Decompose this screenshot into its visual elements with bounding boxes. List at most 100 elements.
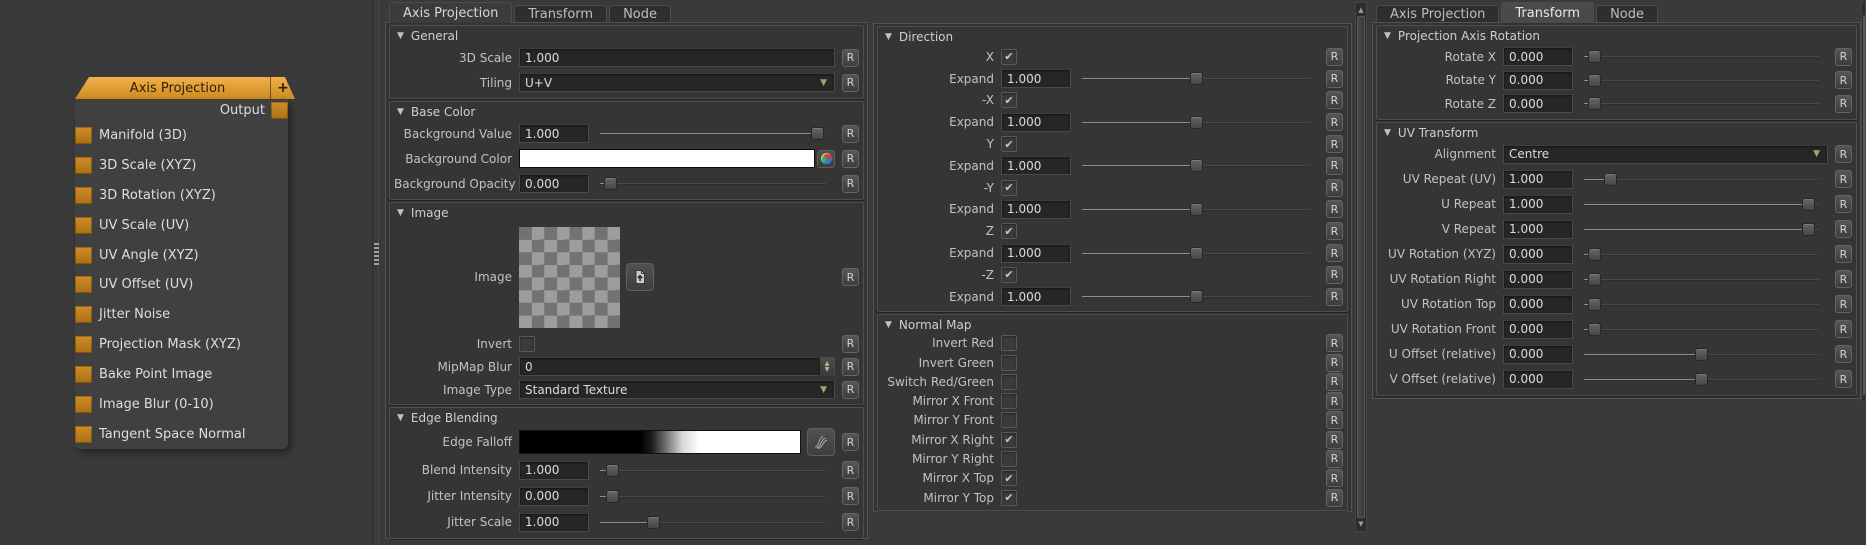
input-port[interactable] bbox=[75, 426, 92, 443]
value-field[interactable]: 1.000 bbox=[1001, 200, 1071, 219]
reset-button[interactable]: R bbox=[1326, 157, 1343, 175]
input-port[interactable] bbox=[75, 306, 92, 323]
reset-button[interactable]: R bbox=[1326, 48, 1343, 66]
slider[interactable] bbox=[600, 177, 826, 190]
spinner-arrows-icon[interactable]: ▲▼ bbox=[819, 357, 834, 376]
value-field[interactable]: 1.000 bbox=[1001, 69, 1071, 88]
vertical-scrollbar[interactable] bbox=[1861, 2, 1866, 402]
reset-button[interactable]: R bbox=[1326, 113, 1343, 131]
checkbox[interactable] bbox=[1001, 335, 1017, 351]
reset-button[interactable]: R bbox=[1835, 48, 1852, 66]
scrollbar-thumb[interactable] bbox=[1863, 15, 1865, 395]
input-port[interactable] bbox=[75, 276, 92, 293]
text-field[interactable]: 1.000 bbox=[519, 48, 835, 67]
reset-button[interactable]: R bbox=[1326, 91, 1343, 109]
checkbox[interactable]: ✔ bbox=[1001, 49, 1017, 65]
value-field[interactable]: 0.000 bbox=[1503, 370, 1573, 389]
value-field[interactable]: 0.000 bbox=[1503, 47, 1573, 66]
checkbox[interactable] bbox=[1001, 412, 1017, 428]
value-field[interactable]: 0.000 bbox=[1503, 71, 1573, 90]
output-port[interactable] bbox=[271, 102, 288, 119]
tab-axis-projection[interactable]: Axis Projection bbox=[1376, 5, 1499, 23]
image-thumbnail[interactable] bbox=[519, 227, 620, 328]
slider-handle[interactable] bbox=[1588, 298, 1601, 311]
reset-button[interactable]: R bbox=[842, 487, 859, 505]
reset-button[interactable]: R bbox=[842, 175, 859, 193]
checkbox[interactable]: ✔ bbox=[1001, 490, 1017, 506]
value-field[interactable]: 1.000 bbox=[519, 124, 589, 143]
reset-button[interactable]: R bbox=[1835, 295, 1852, 313]
reset-button[interactable]: R bbox=[1326, 392, 1343, 410]
input-port[interactable] bbox=[75, 187, 92, 204]
checkbox[interactable]: ✔ bbox=[1001, 136, 1017, 152]
checkbox[interactable] bbox=[1001, 451, 1017, 467]
slider-handle[interactable] bbox=[1588, 273, 1601, 286]
input-port[interactable] bbox=[75, 366, 92, 383]
tab-transform[interactable]: Transform bbox=[1501, 2, 1594, 23]
scroll-up-icon[interactable]: ▲ bbox=[1356, 5, 1366, 15]
slider[interactable] bbox=[1584, 323, 1819, 336]
value-field[interactable]: 1.000 bbox=[1001, 244, 1071, 263]
checkbox[interactable]: ✔ bbox=[1001, 267, 1017, 283]
value-field[interactable]: 1.000 bbox=[1001, 287, 1071, 306]
slider-handle[interactable] bbox=[811, 127, 824, 140]
value-field[interactable]: 1.000 bbox=[1001, 156, 1071, 175]
value-field[interactable]: 0.000 bbox=[519, 487, 589, 506]
reset-button[interactable]: R bbox=[1835, 220, 1852, 238]
slider[interactable] bbox=[1082, 159, 1310, 172]
color-picker-button[interactable] bbox=[817, 150, 835, 168]
spin-field[interactable]: 0▲▼ bbox=[519, 357, 835, 376]
reset-button[interactable]: R bbox=[1326, 489, 1343, 507]
slider[interactable] bbox=[1082, 290, 1310, 303]
slider[interactable] bbox=[1584, 248, 1819, 261]
slider[interactable] bbox=[1584, 50, 1819, 63]
reset-button[interactable]: R bbox=[1835, 270, 1852, 288]
slider-handle[interactable] bbox=[1588, 97, 1601, 110]
reset-button[interactable]: R bbox=[842, 433, 859, 451]
slider-handle[interactable] bbox=[1190, 159, 1203, 172]
dropdown[interactable]: Standard Texture▼ bbox=[519, 380, 835, 399]
reset-button[interactable]: R bbox=[1326, 222, 1343, 240]
reset-button[interactable]: R bbox=[1326, 179, 1343, 197]
section-header-projection-axis-rotation[interactable]: ▼Projection Axis Rotation bbox=[1381, 27, 1852, 45]
scrollbar-thumb[interactable] bbox=[1357, 16, 1365, 518]
reset-button[interactable]: R bbox=[1326, 266, 1343, 284]
slider-handle[interactable] bbox=[1802, 198, 1815, 211]
reset-button[interactable]: R bbox=[1326, 244, 1343, 262]
reset-button[interactable]: R bbox=[1326, 450, 1343, 468]
slider[interactable] bbox=[600, 127, 826, 140]
input-port[interactable] bbox=[75, 336, 92, 353]
reset-button[interactable]: R bbox=[842, 150, 859, 168]
splitter-grip[interactable] bbox=[374, 243, 379, 265]
slider[interactable] bbox=[1082, 247, 1310, 260]
value-field[interactable]: 0.000 bbox=[1503, 270, 1573, 289]
slider[interactable] bbox=[1584, 348, 1819, 361]
value-field[interactable]: 1.000 bbox=[1503, 195, 1573, 214]
tab-transform[interactable]: Transform bbox=[514, 5, 607, 23]
input-port[interactable] bbox=[75, 217, 92, 234]
reset-button[interactable]: R bbox=[842, 74, 859, 92]
node-header[interactable]: Axis Projection + bbox=[75, 77, 295, 99]
checkbox[interactable] bbox=[1001, 374, 1017, 390]
section-header-direction[interactable]: ▼Direction bbox=[882, 28, 1343, 46]
section-header-edge-blending[interactable]: ▼Edge Blending bbox=[394, 409, 859, 427]
checkbox[interactable] bbox=[1001, 355, 1017, 371]
value-field[interactable]: 1.000 bbox=[1503, 220, 1573, 239]
slider-handle[interactable] bbox=[606, 490, 619, 503]
section-header-image[interactable]: ▼Image bbox=[394, 204, 859, 222]
tab-node[interactable]: Node bbox=[1596, 5, 1658, 23]
input-port[interactable] bbox=[75, 247, 92, 264]
scroll-down-icon[interactable]: ▼ bbox=[1356, 519, 1366, 529]
reset-button[interactable]: R bbox=[842, 49, 859, 67]
tab-node[interactable]: Node bbox=[609, 5, 671, 23]
input-port[interactable] bbox=[75, 396, 92, 413]
reset-button[interactable]: R bbox=[1835, 245, 1852, 263]
slider[interactable] bbox=[1082, 72, 1310, 85]
slider[interactable] bbox=[1584, 74, 1819, 87]
reset-button[interactable]: R bbox=[1326, 469, 1343, 487]
value-field[interactable]: 0.000 bbox=[519, 174, 589, 193]
reset-button[interactable]: R bbox=[1326, 373, 1343, 391]
vertical-scrollbar[interactable]: ▲ ▼ bbox=[1355, 2, 1367, 532]
slider-handle[interactable] bbox=[1695, 373, 1708, 386]
value-field[interactable]: 0.000 bbox=[1503, 94, 1573, 113]
